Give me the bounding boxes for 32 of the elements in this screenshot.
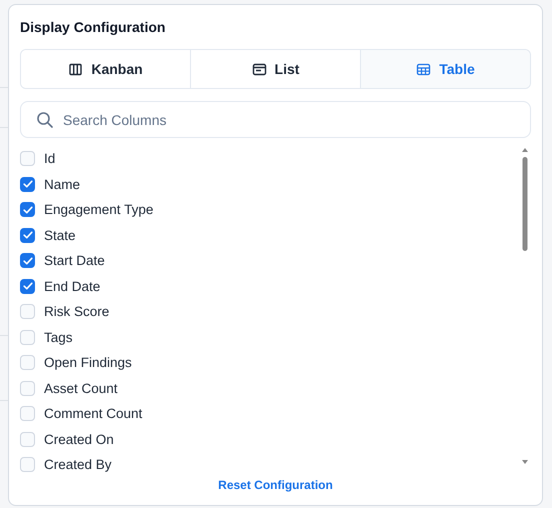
column-label[interactable]: Comment Count [44, 406, 142, 422]
column-label[interactable]: Asset Count [44, 380, 118, 396]
table-icon [416, 62, 432, 76]
checkmark-icon [22, 280, 34, 292]
checkbox[interactable] [20, 176, 35, 192]
checkmark-icon [22, 254, 34, 267]
view-tab[interactable]: Kanban [21, 50, 191, 88]
column-label[interactable]: Start Date [44, 253, 105, 268]
column-label[interactable]: Tags [44, 330, 73, 345]
card-icon [252, 62, 267, 76]
column-label[interactable]: Name [44, 176, 80, 192]
column-label[interactable]: End Date [44, 278, 100, 294]
column-label[interactable]: Id [44, 151, 56, 166]
column-label[interactable]: State [44, 228, 76, 243]
reset-configuration-link[interactable]: Reset Configuration [214, 476, 337, 494]
checkmark-icon [22, 229, 34, 242]
search-field[interactable]: Search Columns [20, 101, 531, 138]
checkbox[interactable] [20, 228, 35, 243]
view-tab[interactable]: Table [361, 50, 530, 88]
column-label[interactable]: Engagement Type [44, 202, 154, 218]
column-label[interactable]: Created By [44, 457, 112, 472]
scrollbar-drawing[interactable] [521, 147, 529, 465]
checkbox[interactable] [20, 202, 35, 218]
checkbox[interactable] [20, 253, 35, 268]
checkmark-icon [22, 178, 34, 190]
checkmark-icon [22, 204, 34, 216]
column-label[interactable]: Risk Score [44, 304, 110, 320]
checkbox[interactable] [20, 278, 35, 294]
columns-icon [68, 62, 84, 76]
column-label[interactable]: Created On [44, 432, 114, 447]
column-label[interactable]: Open Findings [44, 355, 132, 370]
panel-title: Display Configuration [20, 18, 166, 37]
